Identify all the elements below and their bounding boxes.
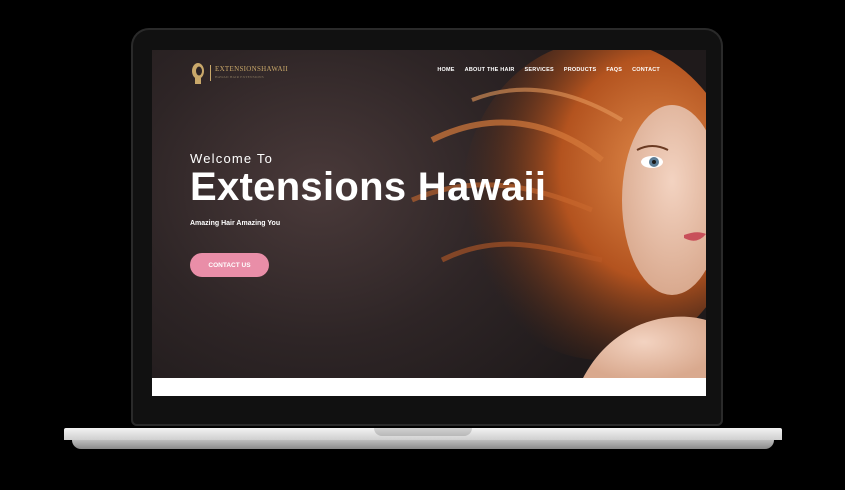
contact-us-button[interactable]: CONTACT US: [190, 253, 269, 277]
woman-silhouette-icon: [192, 63, 204, 84]
nav-home[interactable]: HOME: [437, 67, 454, 73]
hero-tagline: Amazing Hair Amazing You: [190, 220, 281, 227]
hero-welcome-text: Welcome To: [190, 151, 274, 166]
site-logo[interactable]: EXTENSIONSHAWAII HAWAII HAIR EXTENSIONS: [190, 62, 288, 84]
nav-about-the-hair[interactable]: ABOUT THE HAIR: [465, 67, 515, 73]
laptop-bottom-edge: [72, 440, 774, 449]
nav-products[interactable]: PRODUCTS: [564, 67, 596, 73]
website-screen: EXTENSIONSHAWAII HAWAII HAIR EXTENSIONS …: [152, 50, 706, 396]
laptop-base: [64, 428, 782, 458]
nav-menu: HOME ABOUT THE HAIR SERVICES PRODUCTS FA…: [437, 67, 660, 73]
logo-text: EXTENSIONSHAWAII HAWAII HAIR EXTENSIONS: [210, 65, 288, 81]
logo-subtitle: HAWAII HAIR EXTENSIONS: [215, 75, 264, 79]
content-section-edge: [152, 378, 706, 396]
nav-contact[interactable]: CONTACT: [632, 67, 660, 73]
nav-faqs[interactable]: FAQS: [606, 67, 622, 73]
hero-model-image: [411, 50, 706, 380]
laptop-opening-notch: [374, 428, 472, 436]
nav-services[interactable]: SERVICES: [525, 67, 554, 73]
hero-title: Extensions Hawaii: [190, 165, 547, 209]
top-navigation: EXTENSIONSHAWAII HAWAII HAIR EXTENSIONS …: [152, 50, 706, 90]
logo-title: EXTENSIONSHAWAII: [215, 65, 289, 73]
